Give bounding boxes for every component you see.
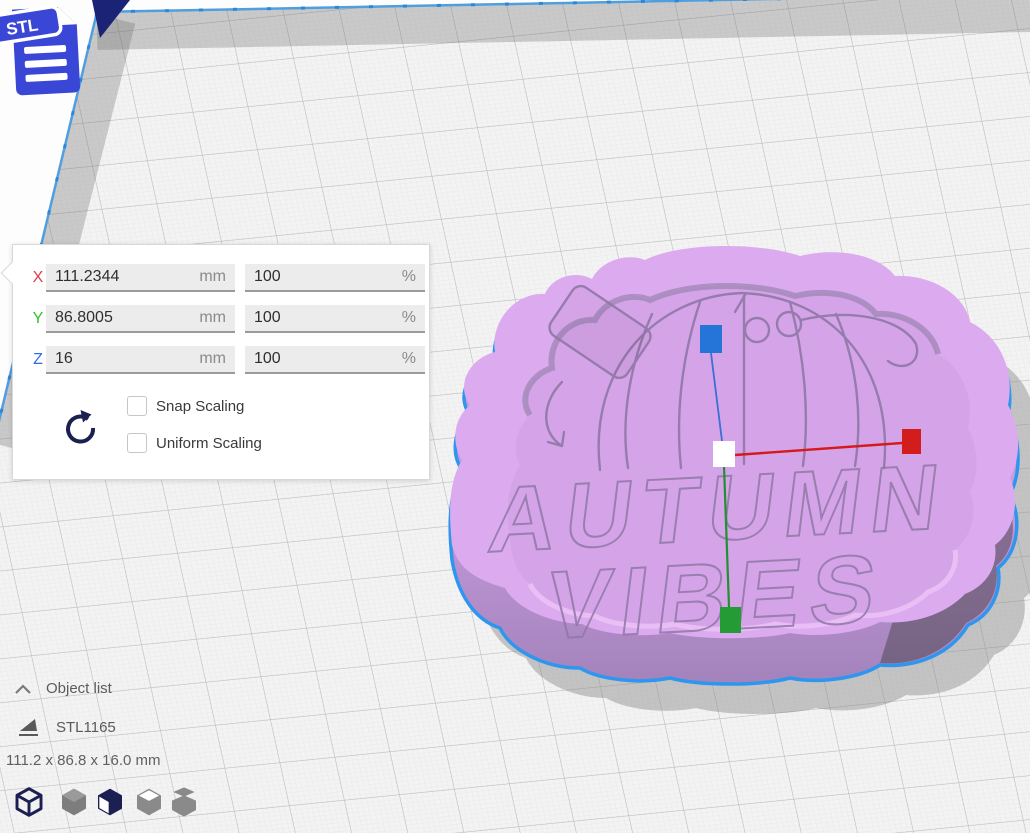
y-axis-handle[interactable] xyxy=(720,607,741,633)
x-percent-input[interactable] xyxy=(254,268,364,286)
view-3d-button[interactable] xyxy=(13,786,45,818)
center-handle[interactable] xyxy=(713,441,735,467)
cube-3d-icon xyxy=(13,786,45,818)
cube-top-icon xyxy=(133,786,165,818)
cube-front-icon xyxy=(58,786,90,818)
cube-left-icon xyxy=(94,786,126,818)
z-mm-input[interactable] xyxy=(55,350,165,368)
view-left-button[interactable] xyxy=(94,786,126,818)
uniform-scaling-label: Uniform Scaling xyxy=(156,435,262,452)
view-front-button[interactable] xyxy=(58,786,90,818)
x-mm-input[interactable] xyxy=(55,268,165,286)
object-list: Object list STL1165 111.2 x 86.8 x 16.0 … xyxy=(0,676,260,786)
y-mm-input[interactable] xyxy=(55,309,165,327)
reset-icon xyxy=(58,408,100,450)
plate-margin-band-top xyxy=(97,13,1030,31)
engraving-text-line2: VIBES xyxy=(541,533,892,660)
x-mm-field[interactable]: mm xyxy=(46,264,235,292)
scale-row-x: X mm % xyxy=(13,264,429,294)
scale-row-z: Z mm % xyxy=(13,346,429,376)
view-right-button[interactable] xyxy=(168,786,200,818)
z-percent-unit: % xyxy=(402,350,416,368)
model-item-icon xyxy=(18,716,40,738)
uniform-scaling-option[interactable]: Uniform Scaling xyxy=(127,432,262,454)
model-autumn-vibes-mold[interactable]: AUTUMN VIBES xyxy=(450,246,1030,714)
view-orientation-toolbar xyxy=(10,786,220,820)
y-mm-unit: mm xyxy=(199,309,226,327)
cube-lid-icon xyxy=(168,786,200,818)
collapse-chevron-icon[interactable] xyxy=(14,683,32,695)
snap-scaling-option[interactable]: Snap Scaling xyxy=(127,395,244,417)
y-percent-input[interactable] xyxy=(254,309,364,327)
z-percent-input[interactable] xyxy=(254,350,364,368)
stl-file-watermark: STL xyxy=(0,0,132,104)
object-dimensions: 111.2 x 86.8 x 16.0 mm xyxy=(6,752,161,769)
z-mm-field[interactable]: mm xyxy=(46,346,235,374)
object-list-item-name[interactable]: STL1165 xyxy=(56,719,116,736)
axis-y-label: Y xyxy=(29,310,47,328)
view-top-button[interactable] xyxy=(133,786,165,818)
snap-scaling-checkbox[interactable] xyxy=(127,396,147,416)
scale-row-y: Y mm % xyxy=(13,305,429,335)
x-percent-unit: % xyxy=(402,268,416,286)
y-percent-unit: % xyxy=(402,309,416,327)
z-axis-handle[interactable] xyxy=(700,325,722,353)
scale-tool-panel: X mm % Y mm % Z mm xyxy=(12,244,430,480)
z-percent-field[interactable]: % xyxy=(245,346,425,374)
y-percent-field[interactable]: % xyxy=(245,305,425,333)
snap-scaling-label: Snap Scaling xyxy=(156,398,244,415)
uniform-scaling-checkbox[interactable] xyxy=(127,433,147,453)
x-percent-field[interactable]: % xyxy=(245,264,425,292)
z-mm-unit: mm xyxy=(199,350,226,368)
axis-x-label: X xyxy=(29,269,47,287)
x-mm-unit: mm xyxy=(199,268,226,286)
axis-z-label: Z xyxy=(29,351,47,369)
object-list-header[interactable]: Object list xyxy=(46,680,112,697)
y-mm-field[interactable]: mm xyxy=(46,305,235,333)
reset-scale-button[interactable] xyxy=(58,408,100,450)
cura-3d-viewport: AUTUMN VIBES STL xyxy=(0,0,1030,833)
x-axis-handle[interactable] xyxy=(902,429,921,454)
